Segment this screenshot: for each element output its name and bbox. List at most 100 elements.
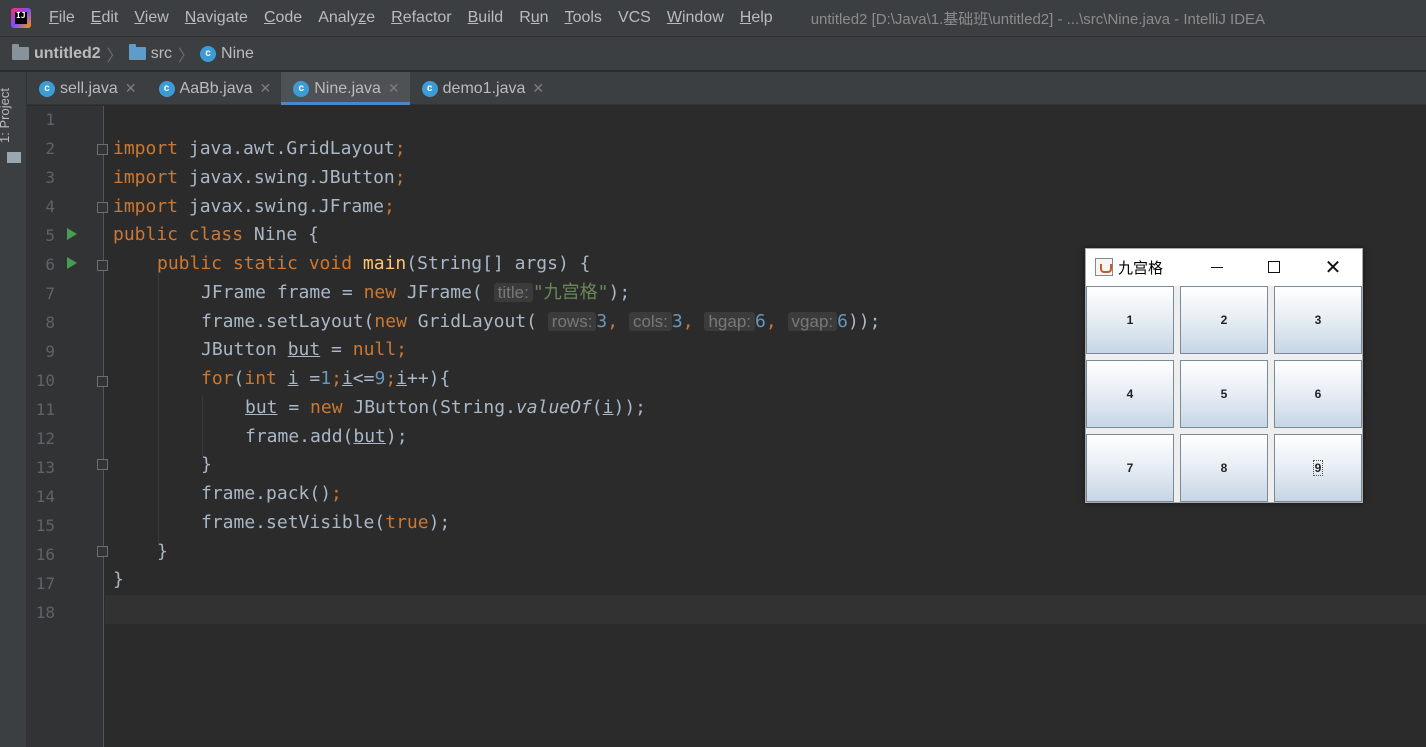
maximize-icon[interactable] (1256, 253, 1292, 281)
project-folder-icon (12, 44, 29, 60)
grid-button-3[interactable]: 3 (1274, 286, 1362, 354)
tab-demo1-java[interactable]: c demo1.java ✕ (410, 72, 554, 105)
indent-guide (202, 396, 203, 456)
grid-button-2[interactable]: 2 (1180, 286, 1268, 354)
code-line-10: for(int i =1;i<=9;i++){ (201, 368, 451, 389)
tab-label: Nine.java (314, 79, 381, 97)
breadcrumb-folder-label: src (150, 44, 173, 62)
menu-bar: IJ File Edit View Navigate Code Analyze … (0, 0, 1426, 36)
menu-analyze[interactable]: Analyze (310, 9, 383, 27)
menu-edit[interactable]: Edit (83, 9, 127, 27)
menu-refactor[interactable]: Refactor (383, 9, 459, 27)
code-line-14: frame.pack(); (201, 483, 342, 504)
menu-vcs[interactable]: VCS (610, 9, 659, 27)
breadcrumb-separator-icon: 〉 (178, 47, 195, 65)
tab-sell-java[interactable]: c sell.java ✕ (27, 72, 147, 105)
code-line-9: JButton but = null; (201, 339, 407, 360)
breadcrumb-separator-icon: 〉 (106, 47, 123, 65)
code-line-17: } (113, 569, 124, 590)
swing-window: 九宫格 ✕ 1 2 3 4 5 6 7 8 9 (1085, 248, 1363, 503)
project-tab-label: 1: Project (0, 88, 12, 143)
line-number: 12 (35, 429, 55, 448)
grid-button-8[interactable]: 8 (1180, 434, 1268, 502)
code-line-6: public static void main(String[] args) { (157, 253, 591, 274)
menu-help[interactable]: Help (732, 9, 781, 27)
tab-label: AaBb.java (179, 79, 253, 97)
line-number: 13 (35, 458, 55, 477)
grid-button-4[interactable]: 4 (1086, 360, 1174, 428)
line-number: 5 (45, 226, 55, 245)
param-hint: rows: (547, 312, 597, 331)
tab-aabb-java[interactable]: c AaBb.java ✕ (147, 72, 282, 105)
fold-icon[interactable] (97, 546, 108, 557)
close-icon[interactable]: ✕ (125, 80, 137, 97)
close-icon[interactable]: ✕ (1315, 253, 1351, 281)
close-icon[interactable]: ✕ (532, 80, 544, 97)
menu-code[interactable]: Code (256, 9, 310, 27)
code-line-11: but = new JButton(String.valueOf(i)); (245, 397, 646, 418)
line-number: 18 (35, 603, 55, 622)
window-title: untitled2 [D:\Java\1.基础班\untitled2] - ..… (810, 10, 1266, 28)
grid-button-1[interactable]: 1 (1086, 286, 1174, 354)
code-line-5: public class Nine { (113, 224, 319, 245)
java-class-icon: c (200, 45, 217, 62)
line-number: 15 (35, 516, 55, 535)
close-icon[interactable]: ✕ (259, 80, 271, 97)
code-line-8: frame.setLayout(new GridLayout( rows: 3, … (201, 311, 881, 332)
breadcrumb: untitled2 〉 src 〉 c Nine (0, 36, 1426, 71)
tab-label: demo1.java (442, 79, 526, 97)
param-hint: title: (493, 283, 533, 302)
menu-view[interactable]: View (126, 9, 176, 27)
menu-run[interactable]: Run (511, 9, 556, 27)
fold-icon[interactable] (97, 144, 108, 155)
breadcrumb-file-label: Nine (221, 44, 254, 62)
code-line-13: } (201, 454, 212, 475)
menu-navigate[interactable]: Navigate (177, 9, 256, 27)
code-line-16: } (157, 541, 168, 562)
breadcrumb-folder[interactable]: src (128, 44, 173, 63)
param-hint: hgap: (704, 312, 755, 331)
java-class-icon: c (421, 80, 438, 97)
minimize-icon[interactable] (1199, 253, 1235, 281)
swing-title-bar[interactable]: 九宫格 ✕ (1086, 249, 1362, 285)
grid-button-5[interactable]: 5 (1180, 360, 1268, 428)
breadcrumb-project-label: untitled2 (34, 44, 101, 62)
breadcrumb-project[interactable]: untitled2 (12, 44, 101, 63)
line-number: 1 (45, 110, 55, 129)
close-icon[interactable]: ✕ (388, 80, 400, 97)
java-cup-icon (1095, 258, 1113, 276)
project-tool-window-tab[interactable]: 1: Project (0, 78, 25, 168)
line-number: 17 (35, 574, 55, 593)
breadcrumb-file[interactable]: c Nine (200, 45, 254, 63)
code-line-3: import javax.swing.JButton; (113, 167, 406, 188)
grid-button-6[interactable]: 6 (1274, 360, 1362, 428)
indent-guide (158, 266, 159, 546)
line-number: 10 (35, 371, 55, 390)
menu-file[interactable]: File (41, 9, 83, 27)
menu-tools[interactable]: Tools (557, 9, 610, 27)
run-class-icon[interactable] (67, 228, 77, 240)
fold-icon[interactable] (97, 202, 108, 213)
grid-button-9[interactable]: 9 (1274, 434, 1362, 502)
code-line-15: frame.setVisible(true); (201, 512, 451, 533)
fold-icon[interactable] (97, 459, 108, 470)
fold-icon[interactable] (97, 260, 108, 271)
grid-button-7[interactable]: 7 (1086, 434, 1174, 502)
menu-file-rest: ile (58, 9, 75, 26)
run-main-icon[interactable] (67, 257, 77, 269)
tab-nine-java[interactable]: c Nine.java ✕ (281, 72, 411, 105)
java-class-icon: c (39, 80, 55, 97)
line-number: 2 (45, 139, 55, 158)
editor-tab-bar: c sell.java ✕ c AaBb.java ✕ c Nine.java … (27, 72, 1426, 105)
line-number: 9 (45, 342, 55, 361)
left-tool-strip (0, 72, 27, 747)
menu-window[interactable]: Window (659, 9, 732, 27)
menu-build[interactable]: Build (460, 9, 512, 27)
swing-window-title: 九宫格 (1118, 259, 1164, 277)
code-line-12: frame.add(but); (245, 426, 408, 447)
editor-gutter: 1 2 3 4 5 6 7 8 9 10 11 12 13 14 15 16 1… (27, 106, 108, 747)
fold-icon[interactable] (97, 376, 108, 387)
button-grid: 1 2 3 4 5 6 7 8 9 (1086, 286, 1362, 502)
line-number: 7 (45, 284, 55, 303)
code-line-4: import javax.swing.JFrame; (113, 196, 395, 217)
